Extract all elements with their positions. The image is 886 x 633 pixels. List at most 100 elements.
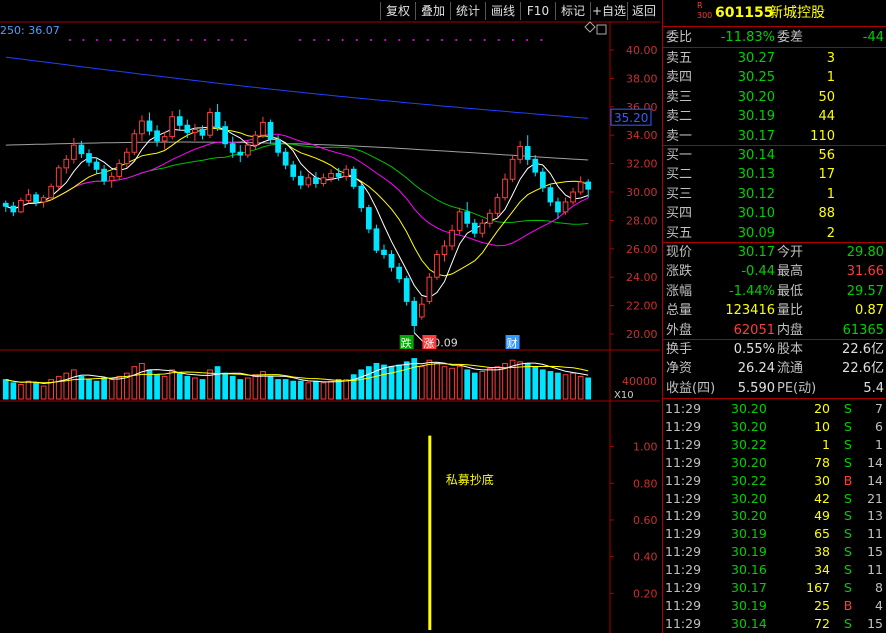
volume-bar bbox=[388, 366, 395, 400]
candle-body bbox=[78, 144, 85, 155]
candle-body bbox=[373, 228, 380, 251]
candle-body bbox=[487, 212, 493, 224]
ask-row: 卖三 30.20 50 bbox=[663, 88, 886, 107]
tick-count: 6 bbox=[875, 418, 883, 434]
signal-dot bbox=[355, 39, 358, 41]
volume-bar bbox=[577, 375, 584, 400]
tick-time: 11:29 bbox=[665, 490, 702, 506]
volume-bar bbox=[229, 375, 236, 400]
candle-body bbox=[252, 134, 259, 146]
tick-row: 11:29 30.22 1 S 1 bbox=[663, 436, 886, 454]
order-ratio-value: -11.83% bbox=[720, 30, 775, 45]
tick-price: 30.20 bbox=[731, 418, 767, 434]
candle-body bbox=[524, 146, 531, 160]
volume-bar bbox=[297, 380, 304, 400]
volume-bar bbox=[275, 379, 281, 400]
tick-row: 11:29 30.19 25 B 4 bbox=[663, 597, 886, 615]
quote-value: 61365 bbox=[842, 322, 884, 338]
volume-bar bbox=[10, 382, 17, 400]
signal-dot bbox=[441, 39, 443, 41]
bid-price: 30.10 bbox=[737, 206, 775, 222]
volume-bar bbox=[267, 375, 274, 400]
candle-body bbox=[108, 175, 115, 182]
tick-volume: 72 bbox=[814, 615, 830, 631]
signal-dot bbox=[426, 39, 429, 41]
volume-bar bbox=[585, 377, 592, 400]
tick-count: 11 bbox=[867, 562, 883, 578]
price-axis-label: 20.00 bbox=[626, 328, 658, 341]
signal-dot bbox=[190, 39, 193, 41]
bid-row: 买三 30.12 1 bbox=[663, 185, 886, 204]
tick-volume: 78 bbox=[814, 454, 830, 470]
tick-count: 14 bbox=[867, 454, 883, 470]
volume-axis-label: 40000 bbox=[622, 375, 657, 388]
ask-price: 30.17 bbox=[737, 128, 775, 144]
volume-bar bbox=[25, 380, 32, 400]
ma-price-tag: 35.20 bbox=[614, 111, 648, 125]
indicator-axis-label: 1.00 bbox=[633, 441, 658, 454]
stock-badge-top: R bbox=[697, 1, 703, 10]
signal-dot bbox=[231, 39, 233, 41]
quote-value: 29.80 bbox=[846, 245, 884, 260]
volume-bar bbox=[71, 369, 77, 400]
candle-body bbox=[101, 168, 107, 182]
bid-volume: 2 bbox=[826, 225, 835, 241]
tick-price: 30.20 bbox=[731, 508, 767, 524]
signal-dot bbox=[313, 39, 316, 41]
candle-body bbox=[562, 201, 569, 213]
candle-body bbox=[313, 177, 319, 184]
signal-dot bbox=[526, 39, 529, 41]
quote-row: 外盘 62051 内盘 61365 bbox=[663, 321, 886, 340]
ask-row: 卖五 30.27 3 bbox=[663, 49, 886, 68]
volume-bar bbox=[207, 369, 213, 400]
tick-direction: S bbox=[844, 615, 852, 631]
tick-direction: B bbox=[843, 472, 853, 488]
signal-dot bbox=[96, 39, 98, 41]
candle-body bbox=[441, 245, 448, 255]
candle-body bbox=[18, 200, 24, 213]
tick-price: 30.19 bbox=[731, 544, 767, 560]
volume-bar bbox=[184, 375, 191, 400]
bid-volume: 56 bbox=[818, 148, 835, 163]
indicator-axis-label: 0.20 bbox=[633, 587, 658, 600]
candle-body bbox=[199, 129, 206, 136]
indicator-axis-label: 0.80 bbox=[633, 477, 658, 490]
candle-body bbox=[358, 185, 365, 209]
signal-dot bbox=[163, 39, 166, 41]
price-axis-label: 38.00 bbox=[626, 72, 658, 85]
candle-body bbox=[464, 211, 471, 224]
tick-row: 11:29 30.20 49 S 13 bbox=[663, 507, 886, 525]
quote-panel: R 300 601155 新城控股 委比 -11.83% 委差 -44 卖五 30… bbox=[662, 0, 886, 633]
tick-count: 7 bbox=[875, 401, 883, 416]
signal-dot bbox=[123, 39, 125, 41]
candle-body bbox=[214, 111, 221, 128]
tick-price: 30.16 bbox=[731, 562, 767, 578]
ask-label: 卖一 bbox=[666, 128, 693, 144]
kline-chart[interactable]: 40.0038.0036.0034.0032.0030.0028.0026.00… bbox=[0, 0, 660, 633]
price-axis-label: 28.00 bbox=[626, 214, 658, 227]
divider bbox=[663, 398, 886, 399]
tick-volume: 42 bbox=[814, 490, 830, 506]
tick-price: 30.20 bbox=[731, 454, 767, 470]
signal-dot bbox=[398, 39, 401, 41]
volume-bar bbox=[222, 372, 228, 400]
signal-dot bbox=[136, 39, 139, 41]
tick-direction: S bbox=[844, 401, 852, 416]
candle-body bbox=[555, 201, 561, 213]
candle-body bbox=[176, 116, 183, 126]
volume-bar bbox=[555, 372, 561, 400]
bid-row: 买四 30.10 88 bbox=[663, 204, 886, 223]
candle-body bbox=[10, 205, 17, 213]
signal-dot bbox=[327, 39, 330, 41]
volume-bar bbox=[313, 380, 319, 400]
quote-row: 现价 30.17 今开 29.80 bbox=[663, 243, 886, 262]
volume-bar bbox=[108, 379, 115, 400]
fundamental-row: 净资 26.24 流通 22.6亿 bbox=[663, 359, 886, 378]
volume-bar bbox=[441, 366, 448, 400]
quote-value: 31.66 bbox=[846, 264, 884, 280]
candle-body bbox=[222, 126, 228, 145]
volume-bar bbox=[434, 362, 440, 400]
candle-body bbox=[2, 202, 9, 207]
tick-volume: 25 bbox=[814, 597, 830, 613]
candle-body bbox=[456, 211, 463, 231]
